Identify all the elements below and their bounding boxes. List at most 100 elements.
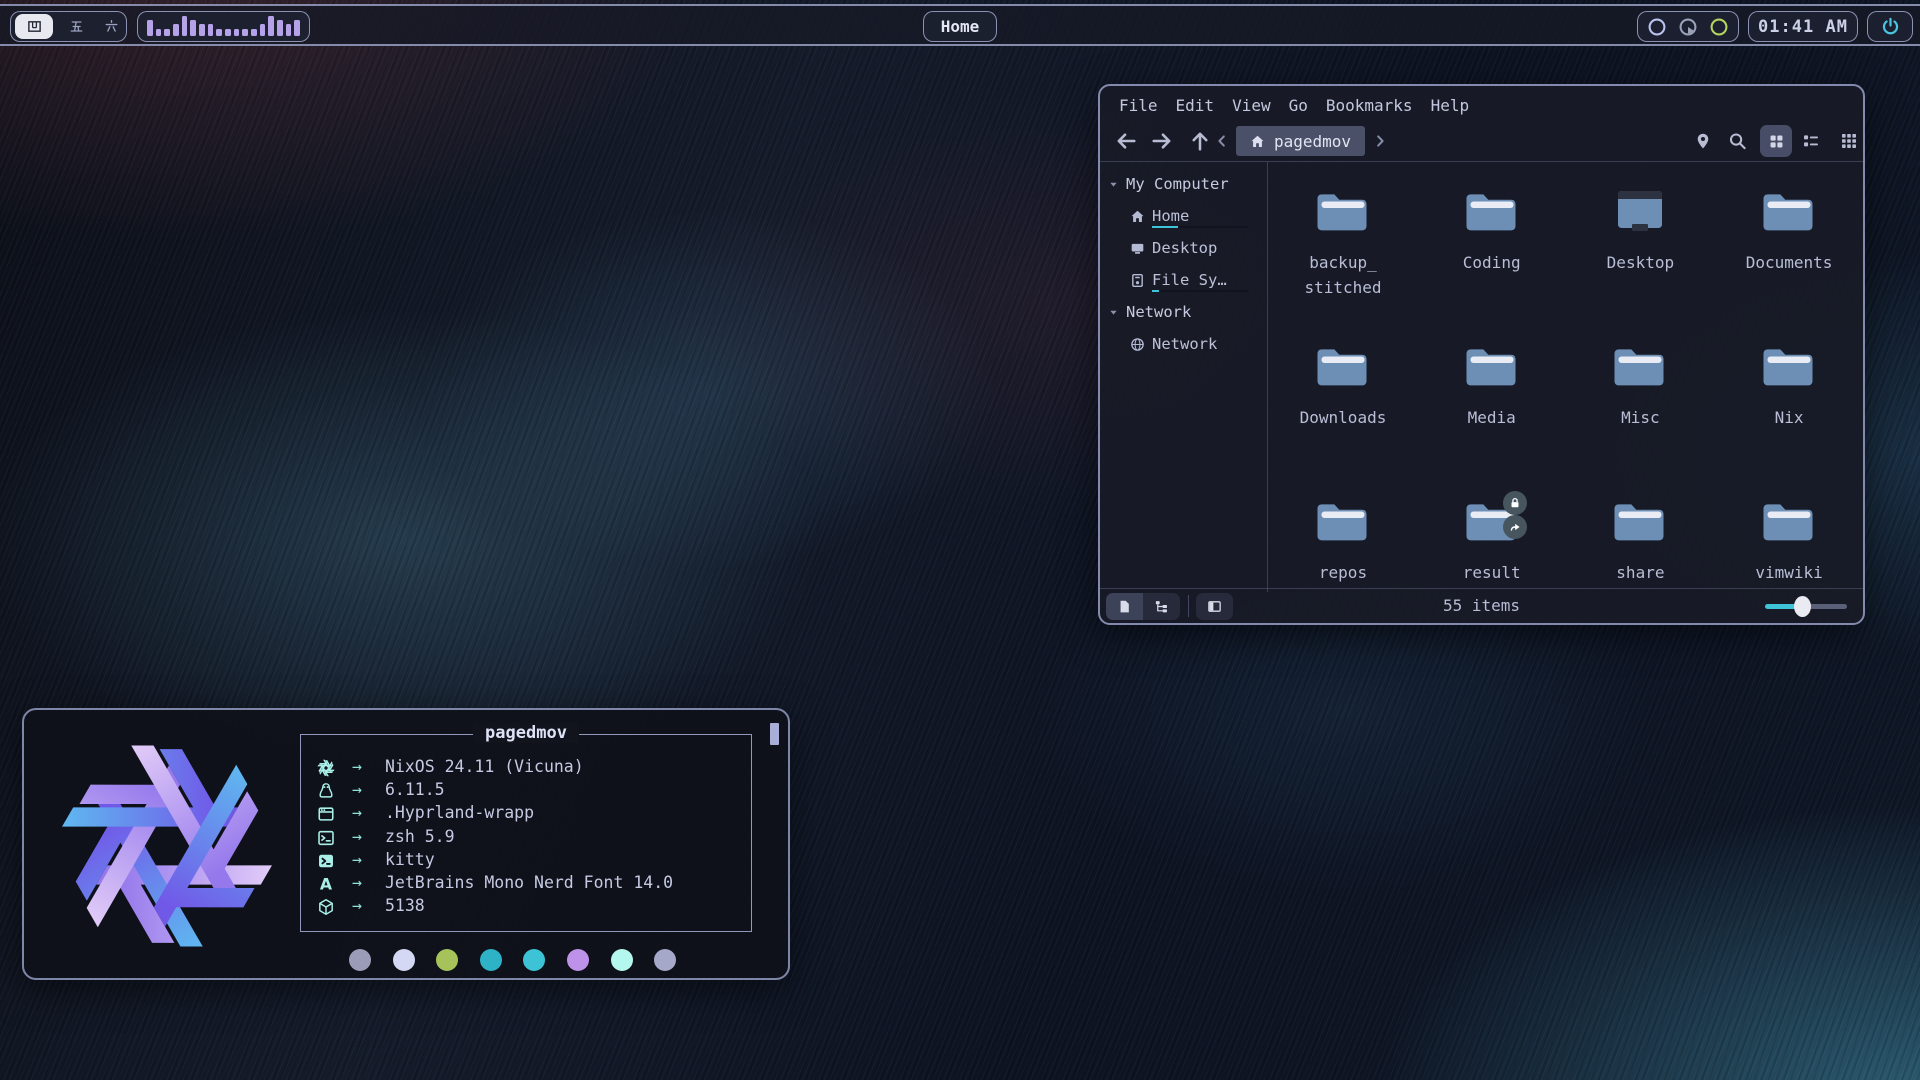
detailed-view-button[interactable] [1840, 129, 1858, 153]
file-item-backup__stitched[interactable]: backup_ stitched [1273, 188, 1413, 300]
visualizer-bar [190, 20, 196, 36]
circle-pie-icon[interactable] [1678, 17, 1698, 37]
file-manager-window: FileEditViewGoBookmarksHelp pagedmov My … [1098, 84, 1865, 625]
arrow-glyph: → [352, 757, 362, 776]
arrow-glyph: → [352, 896, 362, 915]
desktop-icon [1612, 188, 1668, 234]
file-item-Nix[interactable]: Nix [1719, 343, 1859, 430]
sidebar-item-desktop[interactable]: Desktop [1100, 232, 1267, 264]
globe-icon [1130, 337, 1145, 352]
file-item-repos[interactable]: repos [1273, 498, 1413, 585]
visualizer-bar [173, 24, 179, 36]
window-icon [317, 805, 335, 823]
arrow-glyph: → [352, 850, 362, 869]
visualizer-bar [156, 29, 162, 36]
kitty-icon [317, 852, 335, 870]
fastfetch-value: kitty [385, 850, 435, 869]
svg-text:A: A [320, 875, 333, 893]
visualizer-bar [242, 29, 248, 36]
visualizer-bar [277, 20, 283, 36]
clock-widget[interactable]: 01:41 AM [1748, 11, 1858, 42]
icon-view-button[interactable] [1760, 125, 1792, 157]
file-item-Coding[interactable]: Coding [1422, 188, 1562, 275]
file-item-label: repos [1273, 560, 1413, 585]
arrow-glyph: → [352, 780, 362, 799]
folder-icon [1315, 188, 1371, 234]
back-button[interactable] [1114, 129, 1138, 153]
palette-dot [436, 949, 458, 971]
menu-go[interactable]: Go [1280, 93, 1317, 119]
workspace-button-五[interactable] [66, 16, 88, 38]
path-tab[interactable]: pagedmov [1236, 126, 1365, 156]
file-item-Misc[interactable]: Misc [1570, 343, 1710, 430]
folder-icon [1612, 498, 1668, 544]
home-icon [1250, 134, 1265, 149]
sidebar-item-filesy[interactable]: File Sy… [1100, 264, 1267, 296]
path-scroll-right-icon[interactable] [1372, 129, 1388, 153]
fastfetch-value: zsh 5.9 [385, 827, 455, 846]
sidebar-item-underline [1152, 290, 1248, 292]
fastfetch-value: .Hyprland-wrapp [385, 803, 534, 822]
workspace-button-六[interactable] [100, 16, 122, 38]
visualizer-bar [199, 24, 205, 36]
visualizer-bar [147, 20, 153, 36]
visualizer-bar [234, 29, 240, 36]
sidebar-item-label: Desktop [1152, 239, 1217, 257]
circle-outline-icon[interactable] [1647, 17, 1667, 37]
file-item-label: share [1570, 560, 1710, 585]
fontA-icon: A [317, 875, 335, 893]
sidebar-section-network[interactable]: Network [1100, 296, 1267, 328]
file-item-Desktop[interactable]: Desktop [1570, 188, 1710, 275]
folder-icon [1315, 498, 1371, 544]
sidebar-item-home[interactable]: Home [1100, 200, 1267, 232]
nixos-logo [57, 736, 277, 950]
file-item-label: Downloads [1273, 405, 1413, 430]
palette-dot [611, 949, 633, 971]
toolbar: pagedmov [1100, 120, 1863, 162]
path-scroll-left-icon[interactable] [1214, 129, 1230, 153]
compact-view-button[interactable] [1802, 129, 1820, 153]
lock-icon [1508, 496, 1522, 510]
top-bar: Home 01:41 AM [0, 4, 1920, 46]
up-button[interactable] [1188, 129, 1212, 153]
status-bar: 55 items [1100, 588, 1863, 623]
menu-file[interactable]: File [1110, 93, 1167, 119]
expander-icon[interactable] [1108, 307, 1119, 318]
sidebar-section-my-computer[interactable]: My Computer [1100, 168, 1267, 200]
visualizer-bar [251, 29, 257, 36]
visualizer-bar [182, 16, 188, 36]
file-item-share[interactable]: share [1570, 498, 1710, 585]
menu-help[interactable]: Help [1422, 93, 1479, 119]
home-icon [1130, 209, 1145, 224]
sidebar-item-network[interactable]: Network [1100, 328, 1267, 360]
terminal-cursor [770, 723, 779, 745]
visualizer-bar [268, 16, 274, 36]
workspace-button-四[interactable] [15, 14, 53, 39]
visualizer-bar [286, 24, 292, 36]
file-item-vimwiki[interactable]: vimwiki [1719, 498, 1859, 585]
arrow-glyph: → [352, 803, 362, 822]
search-button[interactable] [1728, 129, 1747, 153]
places-pin-button[interactable] [1694, 129, 1712, 153]
sidebar-item-label: Home [1152, 207, 1189, 225]
visualizer-bar [294, 20, 300, 36]
fastfetch-hostname: pagedmov [473, 723, 579, 743]
sidebar-item-underline [1152, 226, 1248, 228]
menu-view[interactable]: View [1223, 93, 1280, 119]
file-item-Downloads[interactable]: Downloads [1273, 343, 1413, 430]
expander-icon[interactable] [1108, 179, 1119, 190]
forward-button[interactable] [1150, 129, 1174, 153]
palette-dot [349, 949, 371, 971]
menu-edit[interactable]: Edit [1167, 93, 1224, 119]
zoom-slider-knob[interactable] [1794, 596, 1811, 617]
circle-outline-icon[interactable] [1709, 17, 1729, 37]
file-item-Media[interactable]: Media [1422, 343, 1562, 430]
power-button[interactable] [1867, 11, 1913, 42]
file-item-label: result [1422, 560, 1562, 585]
file-item-label: Documents [1719, 250, 1859, 275]
file-item-Documents[interactable]: Documents [1719, 188, 1859, 275]
menu-bookmarks[interactable]: Bookmarks [1317, 93, 1422, 119]
file-item-result[interactable]: result [1422, 498, 1562, 585]
file-item-label: Nix [1719, 405, 1859, 430]
zoom-slider[interactable] [1765, 604, 1847, 609]
